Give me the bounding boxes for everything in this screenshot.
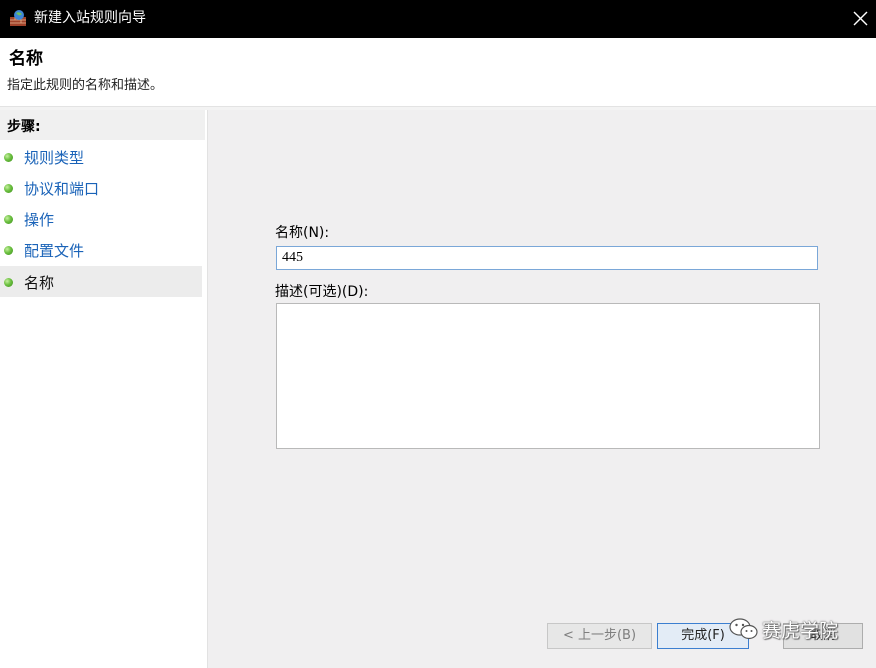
close-icon — [853, 11, 868, 26]
description-textarea[interactable] — [276, 303, 820, 449]
step-name: 名称 — [0, 266, 202, 297]
firewall-icon — [9, 9, 27, 27]
page-description: 指定此规则的名称和描述。 — [7, 78, 164, 93]
name-input[interactable]: 445 — [276, 246, 818, 270]
wizard-content: 名称(N): 445 描述(可选)(D): < 上一步(B) 完成(F) 取消 — [207, 110, 876, 668]
steps-sidebar: 步骤: 规则类型 协议和端口 操作 配置文件 名称 — [0, 110, 205, 668]
step-profile[interactable]: 配置文件 — [0, 234, 202, 265]
step-status-icon — [4, 153, 13, 162]
name-label: 名称(N): — [275, 225, 330, 241]
watermark-text: 赛虎学院 — [762, 620, 839, 642]
page-header: 名称 指定此规则的名称和描述。 — [0, 38, 876, 107]
step-label: 协议和端口 — [24, 180, 100, 198]
close-button[interactable] — [846, 0, 876, 38]
description-label: 描述(可选)(D): — [275, 284, 369, 300]
step-label: 规则类型 — [24, 149, 85, 167]
wechat-icon — [729, 618, 759, 644]
step-label: 操作 — [24, 211, 55, 229]
step-label: 名称 — [24, 274, 55, 292]
step-protocol-port[interactable]: 协议和端口 — [0, 172, 202, 203]
step-action[interactable]: 操作 — [0, 203, 202, 234]
steps-heading: 步骤: — [0, 110, 205, 140]
step-rule-type[interactable]: 规则类型 — [0, 141, 202, 172]
page-title: 名称 — [9, 49, 43, 69]
step-status-icon — [4, 184, 13, 193]
back-button[interactable]: < 上一步(B) — [547, 623, 652, 649]
step-status-icon — [4, 278, 13, 287]
step-status-icon — [4, 246, 13, 255]
step-status-icon — [4, 215, 13, 224]
title-bar: 新建入站规则向导 — [0, 0, 876, 38]
window-title: 新建入站规则向导 — [34, 10, 146, 26]
step-label: 配置文件 — [24, 242, 85, 260]
